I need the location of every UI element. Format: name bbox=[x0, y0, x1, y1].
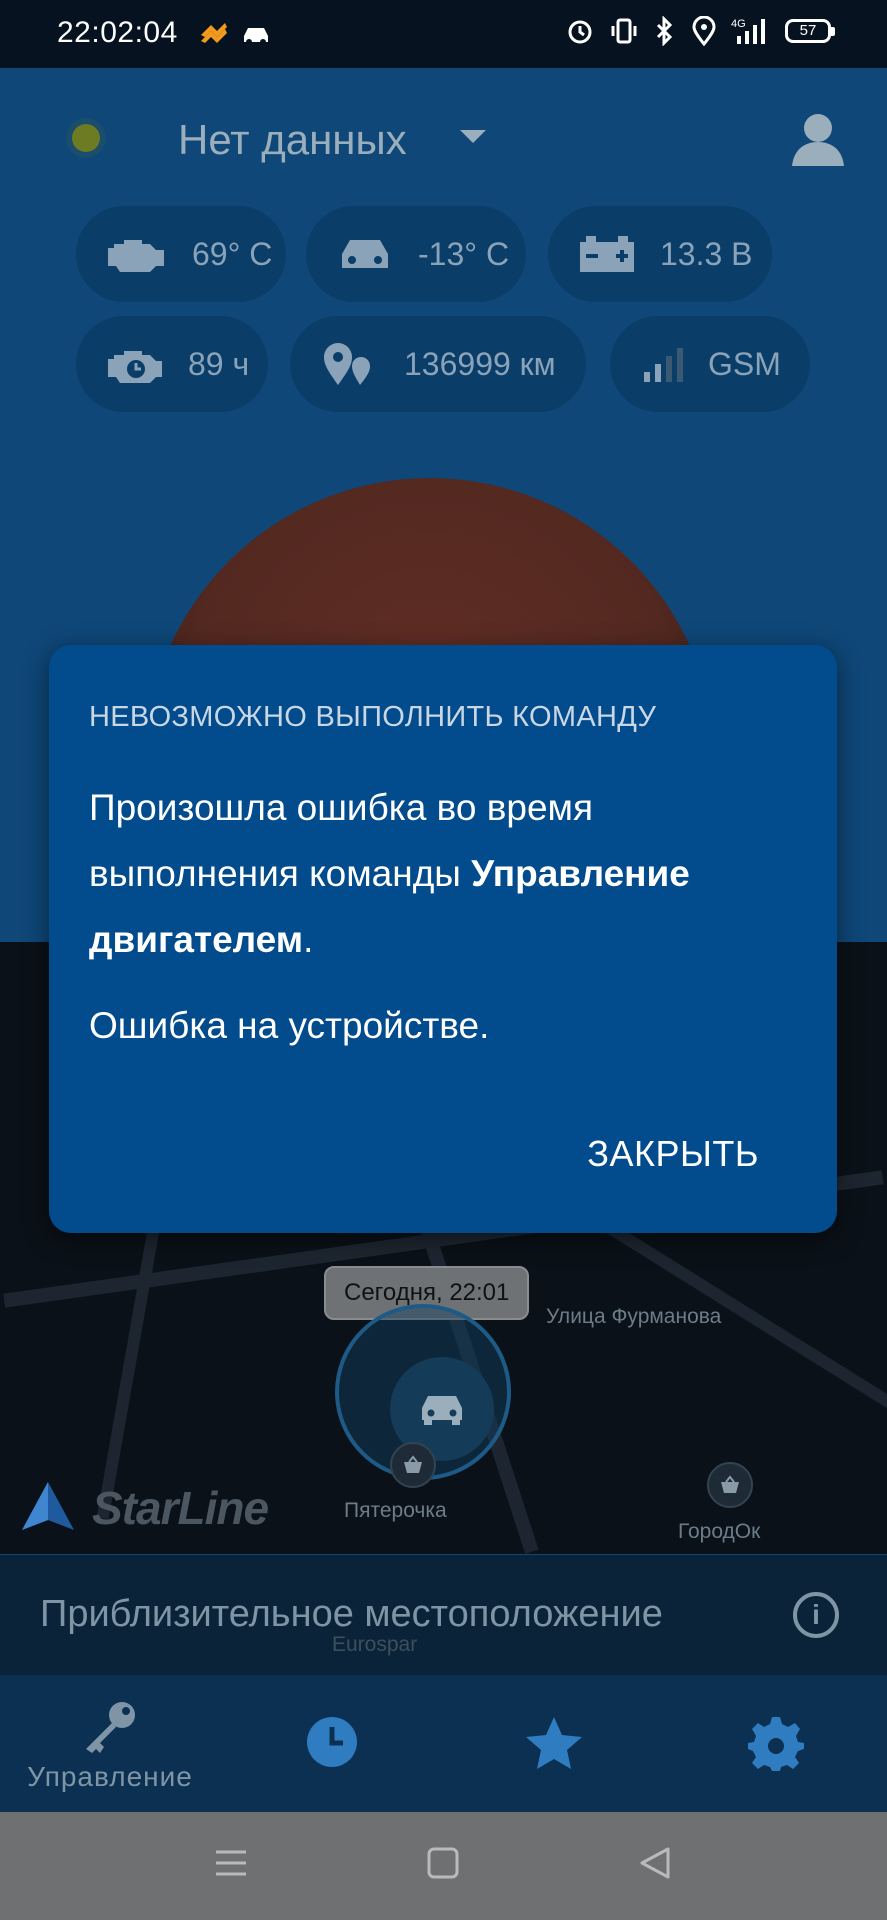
engine-timer-icon bbox=[108, 351, 162, 383]
shop-icon[interactable] bbox=[707, 1462, 753, 1508]
dialog-title: НЕВОЗМОЖНО ВЫПОЛНИТЬ КОМАНДУ bbox=[89, 701, 657, 733]
shop-icon[interactable] bbox=[390, 1442, 436, 1488]
status-time: 22:02:04 bbox=[57, 16, 178, 49]
mileage-chip: 136999 км bbox=[290, 316, 586, 412]
bluetooth-icon bbox=[656, 16, 673, 46]
error-dialog: НЕВОЗМОЖНО ВЫПОЛНИТЬ КОМАНДУ Произошла о… bbox=[49, 645, 837, 1233]
starline-logo-icon bbox=[22, 1482, 74, 1530]
engine-hours-value: 89 ч bbox=[188, 345, 250, 382]
map-poi-label: Eurospar bbox=[332, 1633, 418, 1656]
tab-settings[interactable] bbox=[716, 1715, 836, 1771]
key-icon bbox=[86, 1702, 135, 1753]
gear-icon bbox=[748, 1717, 804, 1771]
voltage-chip: 13.3 В bbox=[548, 206, 772, 302]
battery-icon bbox=[580, 236, 634, 272]
back-icon[interactable] bbox=[638, 1846, 672, 1880]
map-poi-label: ГородОк bbox=[678, 1520, 761, 1543]
alarm-icon bbox=[568, 20, 592, 44]
route-icon bbox=[324, 343, 370, 385]
dialog-message: Произошла ошибка во время выполнения ком… bbox=[89, 775, 779, 973]
starline-logo: StarLine bbox=[20, 1480, 269, 1536]
close-button[interactable]: ЗАКРЫТЬ bbox=[587, 1133, 759, 1175]
location-icon bbox=[692, 16, 716, 46]
status-bar: 22:02:04 4G 57 bbox=[0, 0, 887, 68]
app-header: Нет данных bbox=[0, 68, 887, 208]
signal-4g-icon: 4G bbox=[731, 18, 765, 44]
map-poi-label: Пятерочка bbox=[344, 1499, 447, 1522]
cabin-temp-value: -13° C bbox=[418, 235, 510, 272]
signal-chip: GSM bbox=[610, 316, 810, 412]
signal-value: GSM bbox=[708, 345, 781, 382]
tab-favorites[interactable] bbox=[494, 1715, 614, 1771]
dialog-message-end: . bbox=[303, 919, 314, 960]
connection-status-dot bbox=[72, 124, 100, 152]
car-notification-icon bbox=[240, 18, 272, 50]
status-icons: 4G 57 bbox=[565, 16, 835, 46]
clock-icon bbox=[307, 1717, 357, 1767]
engine-temp-chip: 69° C bbox=[76, 206, 286, 302]
location-info-bar: Приблизительное местоположение Eurospar … bbox=[0, 1555, 887, 1675]
dialog-error-detail: Ошибка на устройстве. bbox=[89, 1005, 490, 1046]
home-icon[interactable] bbox=[426, 1846, 460, 1880]
info-icon[interactable]: i bbox=[793, 1592, 839, 1638]
tab-history[interactable] bbox=[272, 1715, 392, 1769]
engine-temp-value: 69° C bbox=[192, 235, 273, 272]
vibrate-icon bbox=[611, 18, 637, 44]
tab-control-label: Управление bbox=[27, 1761, 193, 1792]
battery-indicator: 57 bbox=[785, 19, 835, 43]
svg-text:4G: 4G bbox=[731, 18, 746, 30]
profile-icon[interactable] bbox=[790, 110, 846, 166]
bottom-navigation: Управление bbox=[0, 1675, 887, 1812]
signal-bars-icon bbox=[644, 348, 683, 382]
device-selector[interactable]: Нет данных bbox=[178, 116, 407, 164]
menu-icon[interactable] bbox=[214, 1846, 248, 1880]
map-street-label: Улица Фурманова bbox=[546, 1305, 722, 1328]
engine-hours-chip: 89 ч bbox=[76, 316, 268, 412]
app-notification-icon bbox=[197, 18, 229, 50]
car-icon bbox=[342, 240, 388, 268]
voltage-value: 13.3 В bbox=[660, 235, 753, 272]
starline-logo-text: StarLine bbox=[92, 1482, 269, 1534]
cabin-temp-chip: -13° C bbox=[306, 206, 526, 302]
engine-icon bbox=[108, 240, 164, 272]
car-icon bbox=[422, 1396, 462, 1425]
mileage-value: 136999 км bbox=[404, 345, 556, 382]
system-navigation-bar bbox=[0, 1812, 887, 1920]
chevron-down-icon[interactable] bbox=[460, 130, 486, 143]
location-accuracy-text: Приблизительное местоположение bbox=[40, 1593, 663, 1635]
tab-control[interactable]: Управление bbox=[27, 1699, 192, 1793]
star-icon bbox=[526, 1717, 582, 1769]
